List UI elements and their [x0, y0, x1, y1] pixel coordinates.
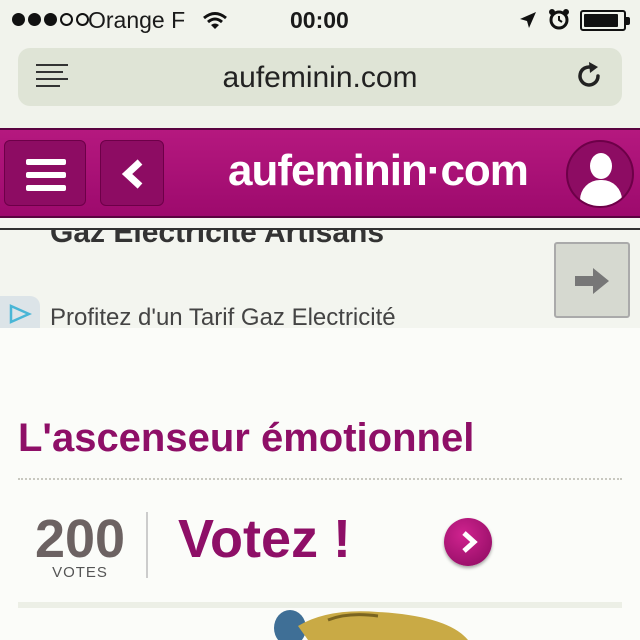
- status-bar: Orange F 00:00: [0, 0, 640, 40]
- page-title: L'ascenseur émotionnel: [18, 416, 475, 460]
- back-chevron-icon: [121, 159, 143, 189]
- adchoices-icon[interactable]: [0, 296, 40, 328]
- menu-icon: [26, 159, 66, 165]
- vote-button[interactable]: [444, 518, 492, 566]
- vote-label: VOTES: [52, 564, 108, 581]
- divider: [146, 512, 148, 578]
- menu-button[interactable]: [4, 140, 86, 206]
- ad-banner[interactable]: Gaz Electricité Artisans Profitez d'un T…: [0, 228, 640, 328]
- ad-title[interactable]: Gaz Electricité Artisans: [50, 230, 384, 250]
- url-text[interactable]: aufeminin.com: [18, 61, 622, 95]
- vote-link[interactable]: Votez !: [178, 508, 351, 570]
- signal-strength-icon: [12, 13, 89, 26]
- battery-icon: [580, 10, 630, 31]
- location-arrow-icon: [518, 9, 538, 36]
- site-header: aufeminin·com: [0, 128, 640, 218]
- alarm-icon: [548, 8, 570, 36]
- carrier-name: Orange F: [88, 7, 186, 33]
- battery-level: [584, 14, 619, 27]
- chevron-right-icon: [462, 531, 478, 553]
- wifi-icon: [202, 10, 228, 37]
- arrow-right-icon: [575, 268, 609, 294]
- site-logo[interactable]: aufeminin·com: [228, 146, 529, 196]
- ad-arrow-button[interactable]: [554, 242, 630, 318]
- article-illustration: [274, 610, 468, 640]
- vote-count: 200: [34, 509, 126, 569]
- user-icon: [590, 153, 612, 179]
- browser-toolbar: aufeminin.com: [0, 40, 640, 128]
- divider: [18, 478, 622, 480]
- status-time: 00:00: [290, 7, 349, 33]
- ad-text[interactable]: Profitez d'un Tarif Gaz Electricité: [50, 304, 396, 328]
- reload-icon[interactable]: [573, 60, 605, 97]
- address-bar[interactable]: aufeminin.com: [18, 48, 622, 106]
- main-content: L'ascenseur émotionnel 200 VOTES Votez !: [0, 328, 640, 640]
- back-button[interactable]: [100, 140, 164, 206]
- user-account-button[interactable]: [566, 140, 634, 208]
